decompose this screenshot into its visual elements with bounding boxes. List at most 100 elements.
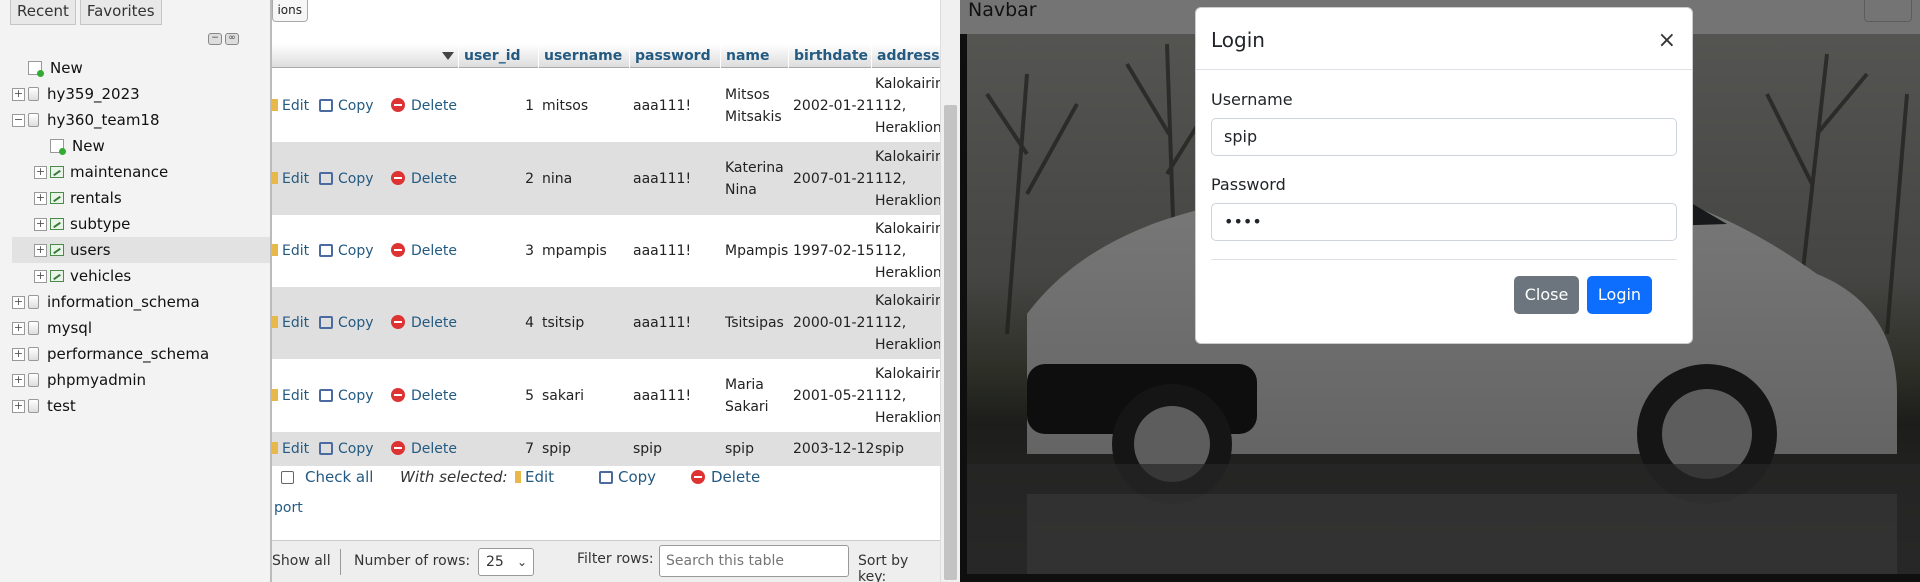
delete-row-button[interactable]: Delete <box>391 168 457 190</box>
expand-icon[interactable]: + <box>12 87 25 101</box>
close-button[interactable]: Close <box>1514 276 1579 314</box>
delete-row-button[interactable]: Delete <box>391 385 457 407</box>
table-row[interactable]: Edit Copy Delete 3 mpampis aaa111! Mpampis 1997… <box>272 215 952 287</box>
cell-birthdate[interactable]: 2003-12-12 <box>793 438 874 460</box>
cell-name[interactable]: Katerina Nina <box>725 157 784 201</box>
tree-item[interactable]: + test <box>12 393 270 419</box>
number-of-rows-select[interactable]: 25 ⌄ <box>478 548 534 576</box>
tree-item[interactable]: New <box>12 55 270 81</box>
cell-name[interactable]: Mitsos Mitsakis <box>725 84 782 128</box>
tree-item-label[interactable]: New <box>72 137 105 155</box>
tree-item[interactable]: + vehicles <box>12 263 270 289</box>
edit-row-button[interactable]: Edit <box>272 385 309 407</box>
edit-row-button[interactable]: Edit <box>272 168 309 190</box>
column-header-username[interactable]: username <box>538 44 629 68</box>
table-row[interactable]: Edit Copy Delete 2 nina aaa111! Katerina Nina 20… <box>272 142 952 215</box>
expand-icon[interactable]: + <box>12 347 25 361</box>
copy-row-button[interactable]: Copy <box>319 312 374 334</box>
scrollbar-thumb[interactable] <box>944 105 957 580</box>
cell-password[interactable]: aaa111! <box>633 385 691 407</box>
tree-item-label[interactable]: mysql <box>47 319 92 337</box>
link-with-main-icon[interactable]: ∞ <box>225 33 239 45</box>
cell-birthdate[interactable]: 2001-05-21 <box>793 385 874 407</box>
edit-row-button[interactable]: Edit <box>272 438 309 460</box>
column-header-birthdate[interactable]: birthdate <box>788 44 871 68</box>
cell-password[interactable]: aaa111! <box>633 240 691 262</box>
tree-item-label[interactable]: rentals <box>70 189 122 207</box>
tree-item-label[interactable]: maintenance <box>70 163 168 181</box>
tree-item-label[interactable]: test <box>47 397 76 415</box>
tree-item-label[interactable]: hy360_team18 <box>47 111 160 129</box>
cell-username[interactable]: tsitsip <box>542 312 584 334</box>
cell-address[interactable]: spip <box>875 438 904 460</box>
delete-row-button[interactable]: Delete <box>391 95 457 117</box>
tree-item-label[interactable]: hy359_2023 <box>47 85 140 103</box>
cell-birthdate[interactable]: 2007-01-21 <box>793 168 874 190</box>
cell-user-id[interactable]: 3 <box>458 240 534 262</box>
password-field[interactable]: •••• <box>1211 203 1677 241</box>
cell-password[interactable]: aaa111! <box>633 312 691 334</box>
export-link[interactable]: port <box>274 500 303 516</box>
cell-user-id[interactable]: 4 <box>458 312 534 334</box>
expand-icon[interactable]: + <box>12 399 25 413</box>
collapse-icon[interactable]: − <box>12 113 25 127</box>
tree-item[interactable]: New <box>12 133 270 159</box>
cell-password[interactable]: aaa111! <box>633 168 691 190</box>
cell-username[interactable]: sakari <box>542 385 584 407</box>
cell-password[interactable]: spip <box>633 438 662 460</box>
login-button[interactable]: Login <box>1587 276 1652 314</box>
close-icon[interactable]: × <box>1658 28 1676 53</box>
bulk-delete-button[interactable]: Delete <box>691 468 760 486</box>
table-row[interactable]: Edit Copy Delete 7 spip spip spip 2003-12-12 spi… <box>272 432 940 466</box>
tree-item-label[interactable]: users <box>70 241 111 259</box>
delete-row-button[interactable]: Delete <box>391 438 457 460</box>
tree-item[interactable]: + hy359_2023 <box>12 81 270 107</box>
check-all-checkbox[interactable] <box>281 471 294 484</box>
copy-row-button[interactable]: Copy <box>319 240 374 262</box>
table-row[interactable]: Edit Copy Delete 1 mitsos aaa111! Mitsos Mitsak… <box>272 69 952 142</box>
bulk-copy-button[interactable]: Copy <box>599 468 656 486</box>
cell-user-id[interactable]: 2 <box>458 168 534 190</box>
check-all-label[interactable]: Check all <box>305 468 373 486</box>
edit-row-button[interactable]: Edit <box>272 95 309 117</box>
column-header-user-id[interactable]: user_id <box>458 44 538 68</box>
vertical-scrollbar[interactable] <box>940 0 960 582</box>
edit-row-button[interactable]: Edit <box>272 312 309 334</box>
cell-name[interactable]: Maria Sakari <box>725 374 769 418</box>
expand-icon[interactable]: + <box>34 191 47 205</box>
cell-username[interactable]: spip <box>542 438 571 460</box>
tree-item[interactable]: + mysql <box>12 315 270 341</box>
cell-birthdate[interactable]: 2000-01-21 <box>793 312 874 334</box>
column-header-name[interactable]: name <box>720 44 788 68</box>
delete-row-button[interactable]: Delete <box>391 312 457 334</box>
cell-user-id[interactable]: 7 <box>458 438 534 460</box>
show-all-toggle[interactable]: Show all <box>272 553 331 569</box>
copy-row-button[interactable]: Copy <box>319 168 374 190</box>
tree-item[interactable]: + users <box>12 237 270 263</box>
cell-username[interactable]: mpampis <box>542 240 607 262</box>
copy-row-button[interactable]: Copy <box>319 385 374 407</box>
cell-birthdate[interactable]: 1997-02-15 <box>793 240 874 262</box>
options-button[interactable]: ions <box>272 0 308 22</box>
expand-icon[interactable]: + <box>34 217 47 231</box>
bulk-edit-button[interactable]: Edit <box>515 468 554 486</box>
collapse-all-icon[interactable]: − <box>208 33 222 45</box>
cell-password[interactable]: aaa111! <box>633 95 691 117</box>
tree-item[interactable]: + performance_schema <box>12 341 270 367</box>
tree-item[interactable]: − hy360_team18 <box>12 107 270 133</box>
expand-icon[interactable]: + <box>12 295 25 309</box>
expand-icon[interactable]: + <box>12 321 25 335</box>
username-field[interactable]: spip <box>1211 118 1677 156</box>
tree-item-label[interactable]: vehicles <box>70 267 131 285</box>
cell-name[interactable]: Mpampis <box>725 240 788 262</box>
expand-icon[interactable]: + <box>34 165 47 179</box>
table-row[interactable]: Edit Copy Delete 4 tsitsip aaa111! Tsitsipas 20… <box>272 287 952 359</box>
edit-row-button[interactable]: Edit <box>272 240 309 262</box>
column-header-address[interactable]: address <box>871 44 940 68</box>
tab-favorites[interactable]: Favorites <box>79 0 162 25</box>
cell-username[interactable]: mitsos <box>542 95 588 117</box>
copy-row-button[interactable]: Copy <box>319 438 374 460</box>
copy-row-button[interactable]: Copy <box>319 95 374 117</box>
sort-desc-icon[interactable] <box>442 52 454 60</box>
table-row[interactable]: Edit Copy Delete 5 sakari aaa111! Maria Sakari 2… <box>272 359 952 432</box>
